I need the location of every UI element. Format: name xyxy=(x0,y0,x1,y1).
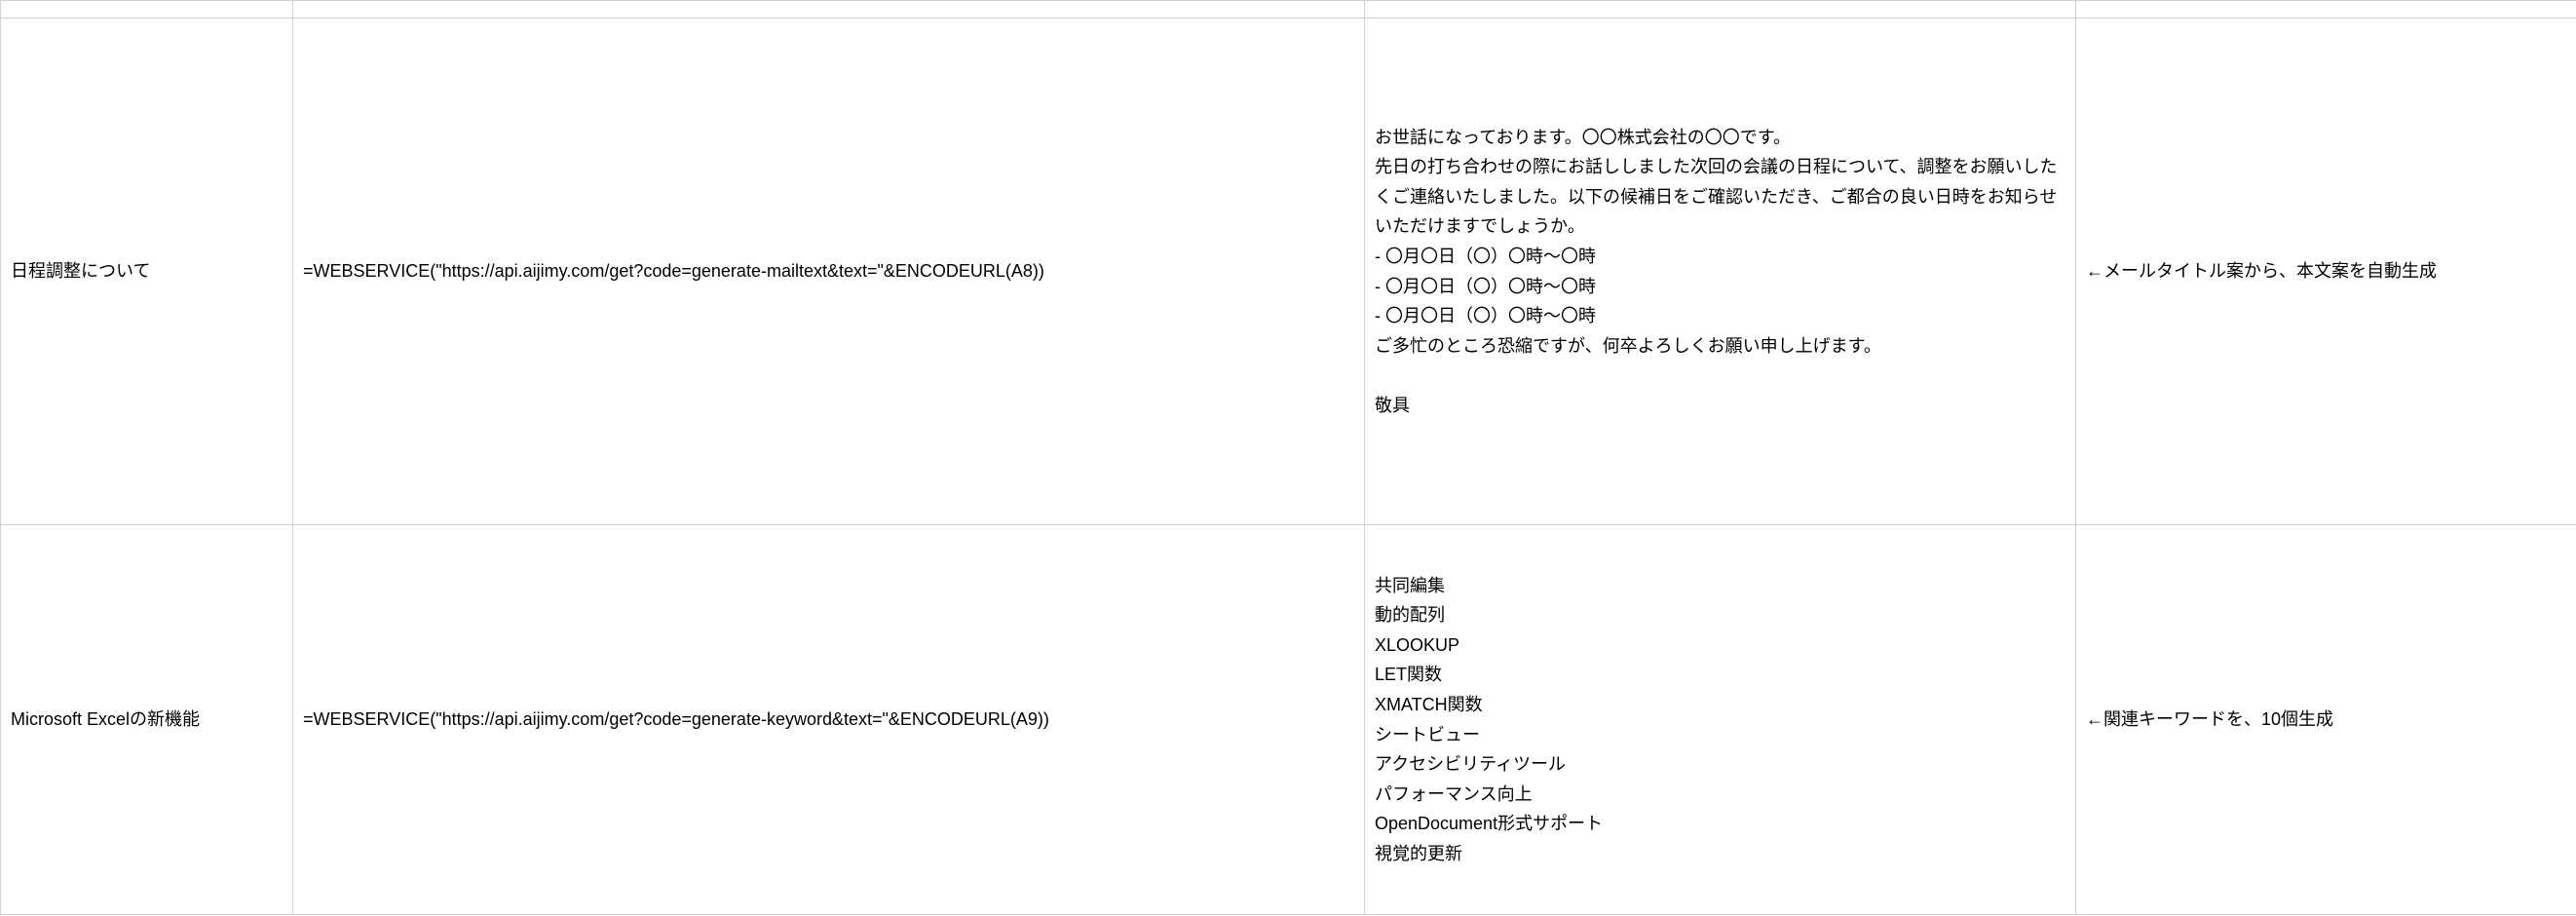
cell-formula[interactable]: =WEBSERVICE("https://api.aijimy.com/get?… xyxy=(293,525,1365,915)
cell-value: 共同編集 動的配列 XLOOKUP LET関数 XMATCH関数 シートビュー … xyxy=(1375,576,1603,863)
table-row[interactable] xyxy=(1,1,2576,19)
cell-formula[interactable]: =WEBSERVICE("https://api.aijimy.com/get?… xyxy=(293,19,1365,525)
cell-note[interactable]: ←メールタイトル案から、本文案を自動生成 xyxy=(2076,19,2576,525)
cell-input-title[interactable]: 日程調整について xyxy=(1,19,293,525)
cell-note[interactable]: ←関連キーワードを、10個生成 xyxy=(2076,525,2576,915)
cell-value: お世話になっております。〇〇株式会社の〇〇です。 先日の打ち合わせの際にお話しし… xyxy=(1375,128,2058,415)
cell-value: =WEBSERVICE("https://api.aijimy.com/get?… xyxy=(303,261,1044,281)
cell[interactable] xyxy=(1365,1,2076,19)
cell[interactable] xyxy=(293,1,1365,19)
cell-value: Microsoft Excelの新機能 xyxy=(11,709,200,729)
table-row[interactable]: 日程調整について =WEBSERVICE("https://api.aijimy… xyxy=(1,19,2576,525)
cell-input-title[interactable]: Microsoft Excelの新機能 xyxy=(1,525,293,915)
cell-value: ←関連キーワードを、10個生成 xyxy=(2086,709,2333,729)
cell[interactable] xyxy=(1,1,293,19)
cell-output[interactable]: お世話になっております。〇〇株式会社の〇〇です。 先日の打ち合わせの際にお話しし… xyxy=(1365,19,2076,525)
cell-output[interactable]: 共同編集 動的配列 XLOOKUP LET関数 XMATCH関数 シートビュー … xyxy=(1365,525,2076,915)
spreadsheet-grid[interactable]: 日程調整について =WEBSERVICE("https://api.aijimy… xyxy=(0,0,2576,915)
table-row[interactable]: Microsoft Excelの新機能 =WEBSERVICE("https:/… xyxy=(1,525,2576,915)
cell-value: ←メールタイトル案から、本文案を自動生成 xyxy=(2086,261,2437,281)
cell-value: =WEBSERVICE("https://api.aijimy.com/get?… xyxy=(303,709,1049,729)
cell-value: 日程調整について xyxy=(11,261,150,281)
cell[interactable] xyxy=(2076,1,2576,19)
